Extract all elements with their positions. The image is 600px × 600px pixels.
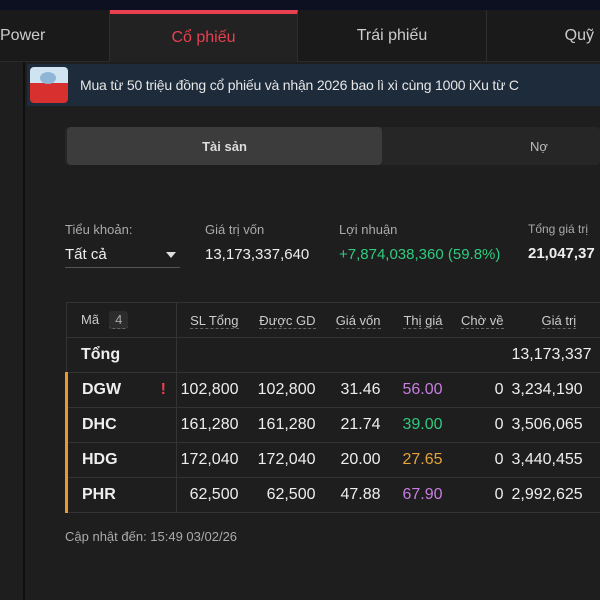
col-value[interactable]: Giá trị (541, 312, 577, 329)
col-pending[interactable]: Chờ về (461, 312, 504, 329)
value: 2,992,625 (509, 477, 600, 513)
asset-debt-toggle: Tài sản Nợ (65, 127, 600, 165)
subaccount-label: Tiểu khoản: (65, 222, 133, 237)
total-summary: Tổng giá trị 21,047,37 (528, 222, 595, 262)
price: 56.00 (386, 372, 449, 408)
last-updated: Cập nhật đến: 15:49 03/02/26 (65, 529, 238, 544)
tab-debt[interactable]: Nợ (382, 127, 600, 165)
col-price[interactable]: Thị giá (403, 312, 443, 329)
cost: 21.74 (321, 407, 387, 443)
col-symbol: Mã (81, 312, 100, 327)
value: 3,234,190 (509, 372, 600, 408)
price: 27.65 (386, 442, 449, 478)
left-sidebar (0, 62, 25, 600)
table-row[interactable]: DGW! 102,800 102,800 31.46 56.00 0 3,234… (65, 372, 600, 408)
total-label: Tổng giá trị (528, 222, 589, 236)
profit-value: +7,874,038,360 (59.8%) (339, 246, 501, 263)
qty: 102,800 (176, 372, 245, 408)
holdings-table: Mã 4 SL Tổng Được GD Giá vốn Thị giá Chờ … (65, 302, 600, 513)
tab-funds[interactable]: Quỹ (487, 10, 600, 62)
value: 3,506,065 (509, 407, 600, 443)
table-row[interactable]: HDG 172,040 172,040 20.00 27.65 0 3,440,… (65, 442, 600, 478)
available: 62,500 (244, 477, 322, 513)
qty: 62,500 (176, 477, 245, 513)
tab-stocks[interactable]: Cổ phiếu (110, 10, 298, 62)
top-strip (0, 0, 600, 10)
col-cost[interactable]: Giá vốn (335, 312, 381, 329)
symbol[interactable]: DHC (82, 416, 117, 433)
total-row: Tổng 13,173,337 (66, 337, 600, 373)
total-value: 21,047,37 (528, 245, 595, 262)
cost: 20.00 (321, 442, 387, 478)
pending: 0 (448, 372, 510, 408)
table-row[interactable]: DHC 161,280 161,280 21.74 39.00 0 3,506,… (65, 407, 600, 443)
symbol[interactable]: HDG (82, 451, 118, 468)
pending: 0 (448, 407, 510, 443)
symbol[interactable]: DGW (82, 381, 121, 398)
cost-summary: Giá trị vốn 13,173,337,640 (205, 222, 309, 263)
col-qty[interactable]: SL Tổng (190, 312, 239, 329)
total-row-label: Tổng (66, 337, 177, 373)
total-row-value: 13,173,337 (509, 337, 600, 373)
table-row[interactable]: PHR 62,500 62,500 47.88 67.90 0 2,992,62… (65, 477, 600, 513)
available: 172,040 (244, 442, 322, 478)
pending: 0 (448, 442, 510, 478)
profit-summary: Lợi nhuận +7,874,038,360 (59.8%) (339, 222, 500, 263)
qty: 172,040 (176, 442, 245, 478)
count-badge: 4 (109, 311, 129, 329)
price: 39.00 (386, 407, 449, 443)
mascot-icon (30, 67, 68, 103)
cost: 31.46 (321, 372, 387, 408)
subaccount-select[interactable]: Tiểu khoản: Tất cả (65, 222, 180, 268)
qty: 161,280 (176, 407, 245, 443)
tab-power[interactable]: Power (0, 10, 110, 62)
value: 3,440,455 (509, 442, 600, 478)
price: 67.90 (386, 477, 449, 513)
subaccount-value: Tất cả (65, 246, 107, 263)
cost-label: Giá trị vốn (205, 222, 265, 237)
promo-banner[interactable]: Mua từ 50 triệu đồng cổ phiếu và nhận 20… (27, 64, 600, 106)
available: 161,280 (244, 407, 322, 443)
available: 102,800 (244, 372, 322, 408)
caret-down-icon (166, 252, 176, 263)
tab-assets[interactable]: Tài sản (67, 127, 382, 165)
table-header: Mã 4 SL Tổng Được GD Giá vốn Thị giá Chờ … (66, 302, 600, 338)
banner-text: Mua từ 50 triệu đồng cổ phiếu và nhận 20… (80, 77, 519, 93)
profit-label: Lợi nhuận (339, 222, 398, 237)
pending: 0 (448, 477, 510, 513)
tab-bar: Power Cổ phiếu Trái phiếu Quỹ (0, 10, 600, 62)
cost-value: 13,173,337,640 (205, 246, 310, 263)
tab-bonds[interactable]: Trái phiếu (298, 10, 487, 62)
col-available[interactable]: Được GD (259, 312, 316, 329)
cost: 47.88 (321, 477, 387, 513)
symbol[interactable]: PHR (82, 486, 116, 503)
warning-icon[interactable]: ! (161, 381, 166, 399)
